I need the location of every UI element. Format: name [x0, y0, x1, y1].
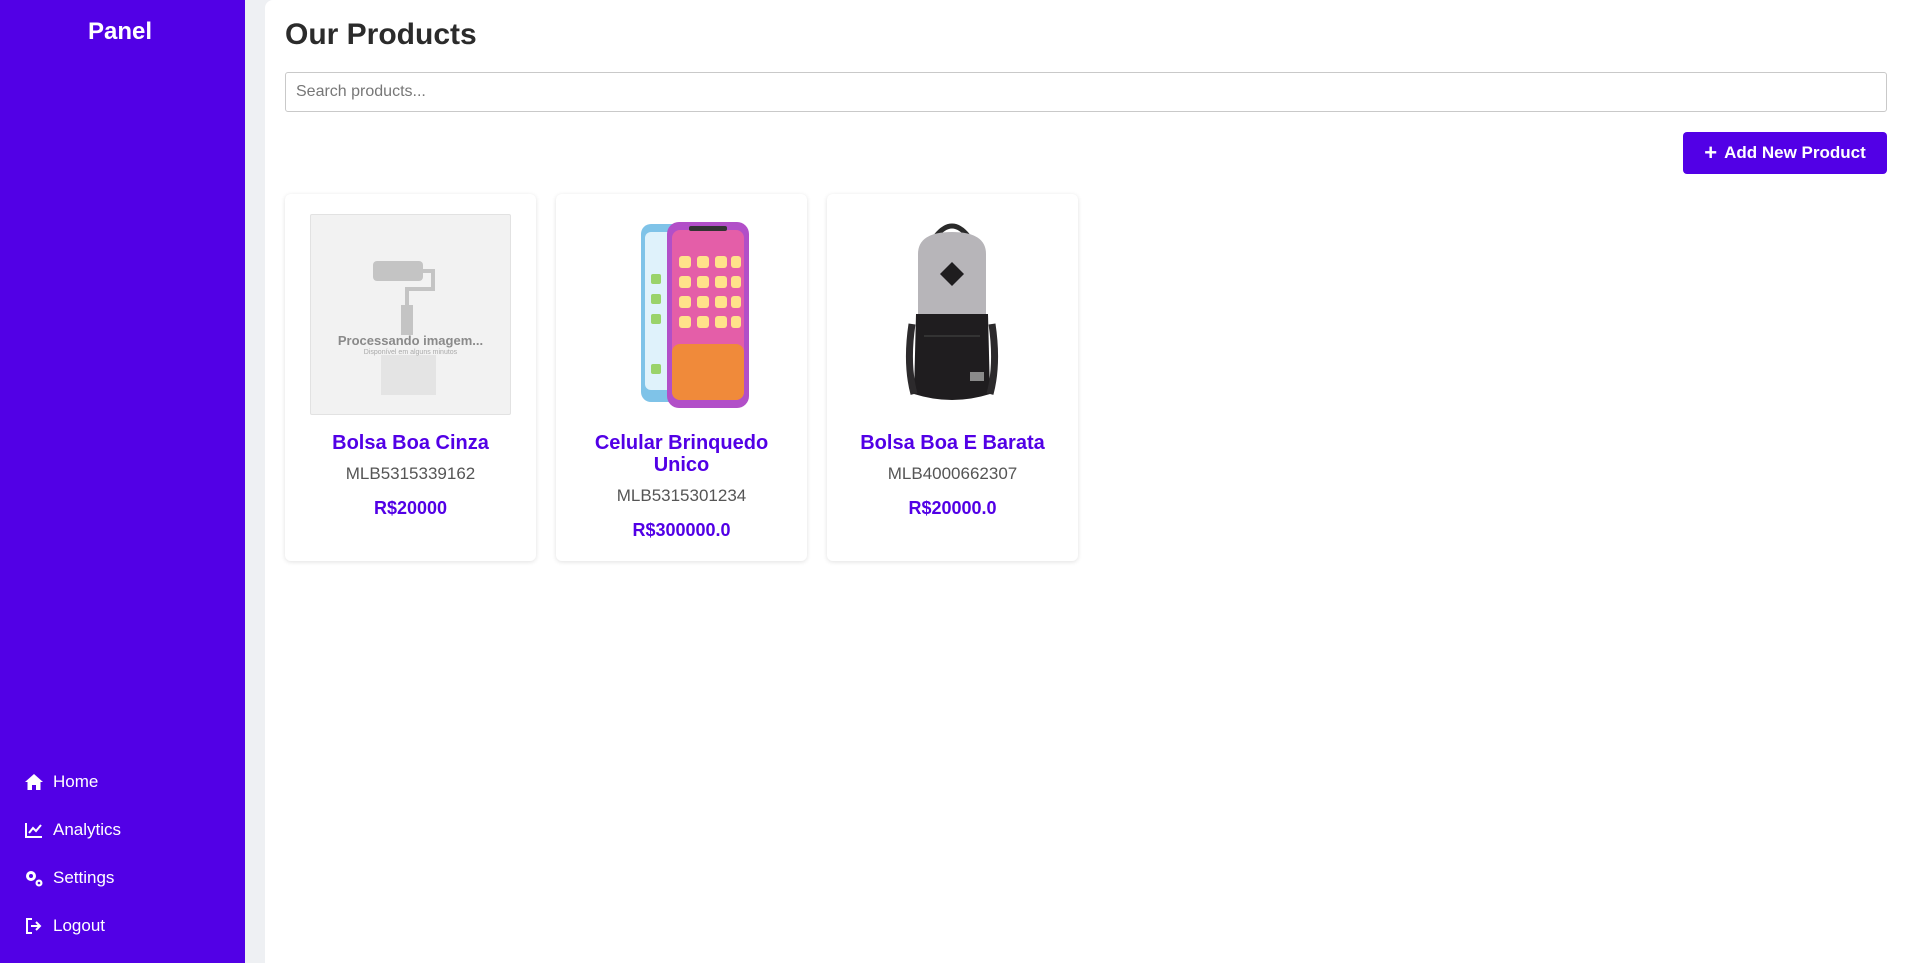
product-name[interactable]: Bolsa Boa Cinza	[297, 432, 524, 454]
sidebar-item-label: Logout	[53, 916, 105, 935]
product-image	[581, 214, 782, 415]
sidebar-item-label: Analytics	[53, 820, 122, 839]
home-icon	[24, 772, 44, 792]
chart-line-icon	[24, 820, 44, 840]
toy-phone-image	[641, 222, 749, 408]
product-price: R$300000.0	[632, 520, 731, 540]
product-image	[852, 214, 1053, 415]
sidebar-nav: Home Analytics Settings Logout	[24, 758, 121, 950]
product-image: Processando imagem... Disponível em algu…	[310, 214, 511, 415]
sidebar-item-label: Settings	[53, 868, 115, 887]
page-title: Our Products	[285, 18, 477, 51]
sidebar-item-settings[interactable]: Settings	[24, 854, 121, 902]
product-card[interactable]: Celular Brinquedo Unico MLB5315301234 R$…	[556, 194, 807, 561]
add-button-label: Add New Product	[1724, 143, 1866, 162]
gears-icon	[24, 868, 44, 888]
product-name[interactable]: Bolsa Boa E Barata	[839, 432, 1066, 454]
sidebar-item-logout[interactable]: Logout	[24, 902, 121, 950]
search-input[interactable]	[285, 72, 1887, 112]
product-sku: MLB4000662307	[887, 464, 1018, 483]
sidebar: Panel Home Analytics Settings Logout	[0, 0, 245, 963]
sidebar-item-label: Home	[53, 772, 99, 791]
sidebar-item-home[interactable]: Home	[24, 758, 121, 806]
product-card[interactable]: Processando imagem... Disponível em algu…	[285, 194, 536, 561]
product-card[interactable]: Bolsa Boa E Barata MLB4000662307 R$20000…	[827, 194, 1078, 561]
sidebar-item-analytics[interactable]: Analytics	[24, 806, 121, 854]
product-price: R$20000.0	[908, 498, 997, 518]
brand-title: Panel	[87, 18, 153, 45]
backpack-image	[905, 223, 999, 400]
product-sku: MLB5315339162	[345, 464, 476, 483]
product-sku: MLB5315301234	[616, 486, 747, 505]
product-grid: Processando imagem... Disponível em algu…	[285, 194, 1078, 561]
plus-icon: +	[1704, 140, 1718, 165]
add-new-product-button[interactable]: + Add New Product	[1683, 132, 1887, 174]
processing-placeholder-image: Processando imagem... Disponível em algu…	[310, 214, 511, 415]
processing-subtext: Disponível em alguns minutos	[363, 349, 458, 356]
sign-out-icon	[24, 916, 44, 936]
processing-text: Processando imagem...	[337, 333, 484, 348]
product-price: R$20000	[373, 498, 448, 518]
main-content: Our Products + Add New Product Processan…	[265, 0, 1905, 963]
product-name[interactable]: Celular Brinquedo Unico	[568, 432, 795, 476]
